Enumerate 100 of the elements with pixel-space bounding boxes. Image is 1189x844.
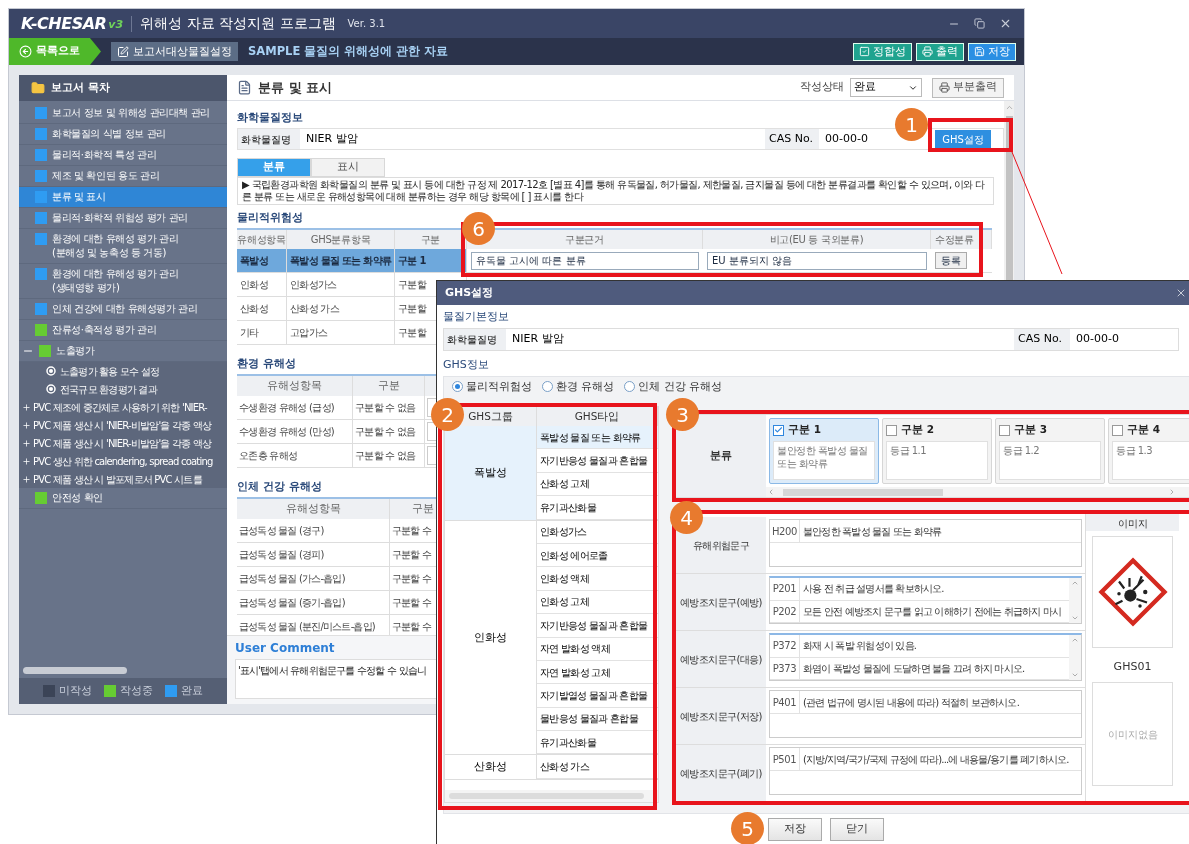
empty-image-frame: 이미지없음 [1092, 682, 1173, 786]
sidebar-item[interactable]: 인체 건강에 대한 유해성평가 관리 [19, 299, 227, 320]
note-field[interactable]: EU 분류되지 않음 [707, 251, 927, 270]
type-cell[interactable]: 유기과산화물 [537, 731, 658, 755]
close-icon[interactable] [999, 17, 1012, 30]
scrollbar[interactable] [449, 793, 644, 799]
sidebar-item[interactable]: 화학물질의 식별 정보 관리 [19, 124, 227, 145]
type-cell[interactable]: 자연 발화성 액체 [537, 637, 658, 661]
type-cell[interactable]: 인화성 액체 [537, 567, 658, 591]
category-card[interactable]: 구분 2 등급 1.1 [882, 418, 992, 484]
sidebar-subitem[interactable]: PVC 생산 위한 calendering, spread coating [19, 452, 227, 470]
target-substance-button[interactable]: 보고서대상물질설정 [111, 42, 238, 61]
field-label: 화학물질명 [444, 329, 506, 350]
type-cell[interactable]: 자연 발화성 고체 [537, 660, 658, 685]
type-cell[interactable]: 유기과산화물 [537, 496, 658, 520]
expand-icon[interactable] [22, 456, 31, 466]
table-cell-text: 구분할 [398, 278, 426, 292]
sidebar-item-label: 인체 건강에 대한 유해성평가 관리 [52, 302, 198, 316]
radio-icon[interactable] [624, 381, 636, 392]
scrollbar[interactable] [1069, 578, 1081, 623]
row-label: 예방조치문구(저장) [676, 688, 766, 744]
scrollbar[interactable] [23, 667, 127, 674]
type-cell[interactable]: 인화성 에어로졸 [537, 543, 658, 568]
table-cell-text: 구분할 수 [392, 548, 432, 562]
checkbox[interactable] [1112, 424, 1123, 436]
expand-icon[interactable] [22, 438, 31, 448]
save-icon [974, 46, 985, 57]
partial-print-button[interactable]: 부분출력 [932, 77, 1004, 98]
expand-icon[interactable] [22, 402, 31, 412]
type-cell[interactable]: 자기반응성 물질과 혼합물 [537, 449, 658, 473]
card-title: 구분 3 [1014, 422, 1047, 438]
category-card[interactable]: 구분 4 등급 1.3 [1108, 418, 1189, 484]
scroll-right-icon[interactable] [1168, 488, 1176, 496]
legend-label: 완료 [181, 682, 203, 699]
sidebar-item[interactable]: 잔류성·축적성 평가 관리 [19, 320, 227, 341]
sidebar-subitem-label: PVC 제조에 중간체로 사용하기 위한 'NIER- [33, 400, 207, 415]
radio-icon[interactable] [542, 381, 553, 392]
type-cell[interactable]: 자기발열성 물질과 혼합물 [537, 684, 658, 708]
expand-icon[interactable] [22, 420, 31, 430]
statement-code: P201 [772, 582, 797, 597]
sidebar-item[interactable]: 보고서 정보 및 위해성 관리대책 관리 [19, 103, 227, 124]
statement-text: (관련 법규에 명시된 내용에 따라) 적절히 보관하시오. [803, 695, 1020, 710]
register-button[interactable]: 등록 [935, 252, 967, 269]
table-row[interactable]: 폭발성 폭발성 물질 또는 화약류 구분 1 유독물 고시에 따른 분류 EU 분류되지 않음 등록 [237, 249, 992, 273]
close-icon[interactable] [1175, 287, 1187, 299]
checkbox[interactable] [886, 424, 897, 436]
sidebar-item-label: 제조 및 확인된 용도 관리 [52, 169, 160, 183]
document-icon [237, 80, 252, 95]
sidebar-subitem[interactable]: PVC 제품 생산 시 발포제로서 PVC 시트를 [19, 470, 227, 488]
tab[interactable]: 표시 [311, 158, 385, 177]
sidebar-subitem[interactable]: PVC 제품 생산 시 'NIER-비발암'을 각종 액상 [19, 434, 227, 452]
status-select[interactable]: 완료 [850, 78, 922, 97]
type-cell[interactable]: 폭발성 물질 또는 화약류 [537, 426, 658, 450]
checkbox[interactable] [773, 424, 784, 436]
radio-icon[interactable] [452, 381, 463, 392]
sidebar-item[interactable]: 분류 및 표시 [19, 187, 227, 208]
type-cell[interactable]: 산화성 가스 [537, 755, 658, 779]
sidebar-item[interactable]: 환경에 대한 유해성 평가 관리 (분해성 및 농축성 등 거동) [19, 229, 227, 264]
basis-field[interactable]: 유독물 고시에 따른 분류 [471, 251, 699, 270]
restore-icon[interactable] [974, 18, 985, 29]
printer-icon [922, 46, 933, 57]
close-button[interactable]: 닫기 [830, 818, 884, 841]
card-title: 구분 1 [788, 422, 821, 438]
scroll-up-icon[interactable] [1004, 103, 1014, 112]
edit-icon [117, 45, 129, 58]
type-cell[interactable]: 인화성 고체 [537, 590, 658, 615]
scroll-up-icon[interactable] [1071, 579, 1079, 587]
field-label: CAS No. [1014, 329, 1070, 350]
expand-icon[interactable] [22, 474, 31, 484]
category-card[interactable]: 구분 1 불안정한 폭발성 물질 또는 화약류 [769, 418, 879, 484]
group-cell[interactable]: 폭발성 [445, 426, 537, 520]
sidebar-item-label: 환경에 대한 유해성 평가 관리 (생태영향 평가) [52, 267, 179, 295]
category-card[interactable]: 구분 3 등급 1.2 [995, 418, 1105, 484]
scroll-up-icon[interactable] [1071, 636, 1079, 644]
sidebar-subitem[interactable]: PVC 제품 생산 시 'NIER-비발암'을 각종 액상 [19, 416, 227, 434]
field-value: NIER 발암 [305, 130, 359, 147]
table-cell-text: 인화성가스 [290, 278, 337, 292]
save-button[interactable]: 저장 [768, 818, 822, 841]
sidebar-item[interactable]: 안전성 확인 [19, 488, 227, 509]
scroll-down-icon[interactable] [1071, 671, 1079, 679]
type-cell[interactable]: 물반응성 물질과 혼합물 [537, 707, 658, 732]
checkbox[interactable] [999, 424, 1010, 436]
scrollbar[interactable] [783, 488, 943, 496]
scroll-down-icon[interactable] [1071, 614, 1079, 622]
sidebar-item[interactable]: 환경에 대한 유해성 평가 관리 (생태영향 평가) [19, 264, 227, 299]
pictogram-code: GHS01 [1113, 660, 1152, 674]
statement-code: H200 [772, 524, 797, 539]
radio-option[interactable]: 인체 건강 유해성 [624, 380, 723, 393]
sidebar-item[interactable]: 물리적·화학적 위험성 평가 관리 [19, 208, 227, 229]
sidebar-subitem[interactable]: 노출평가 활용 모수 설정 [19, 362, 227, 380]
scrollbar[interactable] [1069, 635, 1081, 680]
sidebar-item[interactable]: 물리적·화학적 특성 관리 [19, 145, 227, 166]
sidebar-subitem[interactable]: PVC 제조에 중간체로 사용하기 위한 'NIER- [19, 398, 227, 416]
radio-option[interactable]: 물리적위험성 [452, 380, 532, 393]
sidebar-subitem[interactable]: 전국규모 환경평가 결과 [19, 380, 227, 398]
type-cell[interactable]: 인화성가스 [537, 520, 658, 544]
radio-option[interactable]: 환경 유해성 [542, 380, 615, 393]
type-cell[interactable]: 산화성 고체 [537, 472, 658, 497]
scroll-left-icon[interactable] [767, 488, 775, 496]
type-cell[interactable]: 자기반응성 물질과 혼합물 [537, 614, 658, 638]
